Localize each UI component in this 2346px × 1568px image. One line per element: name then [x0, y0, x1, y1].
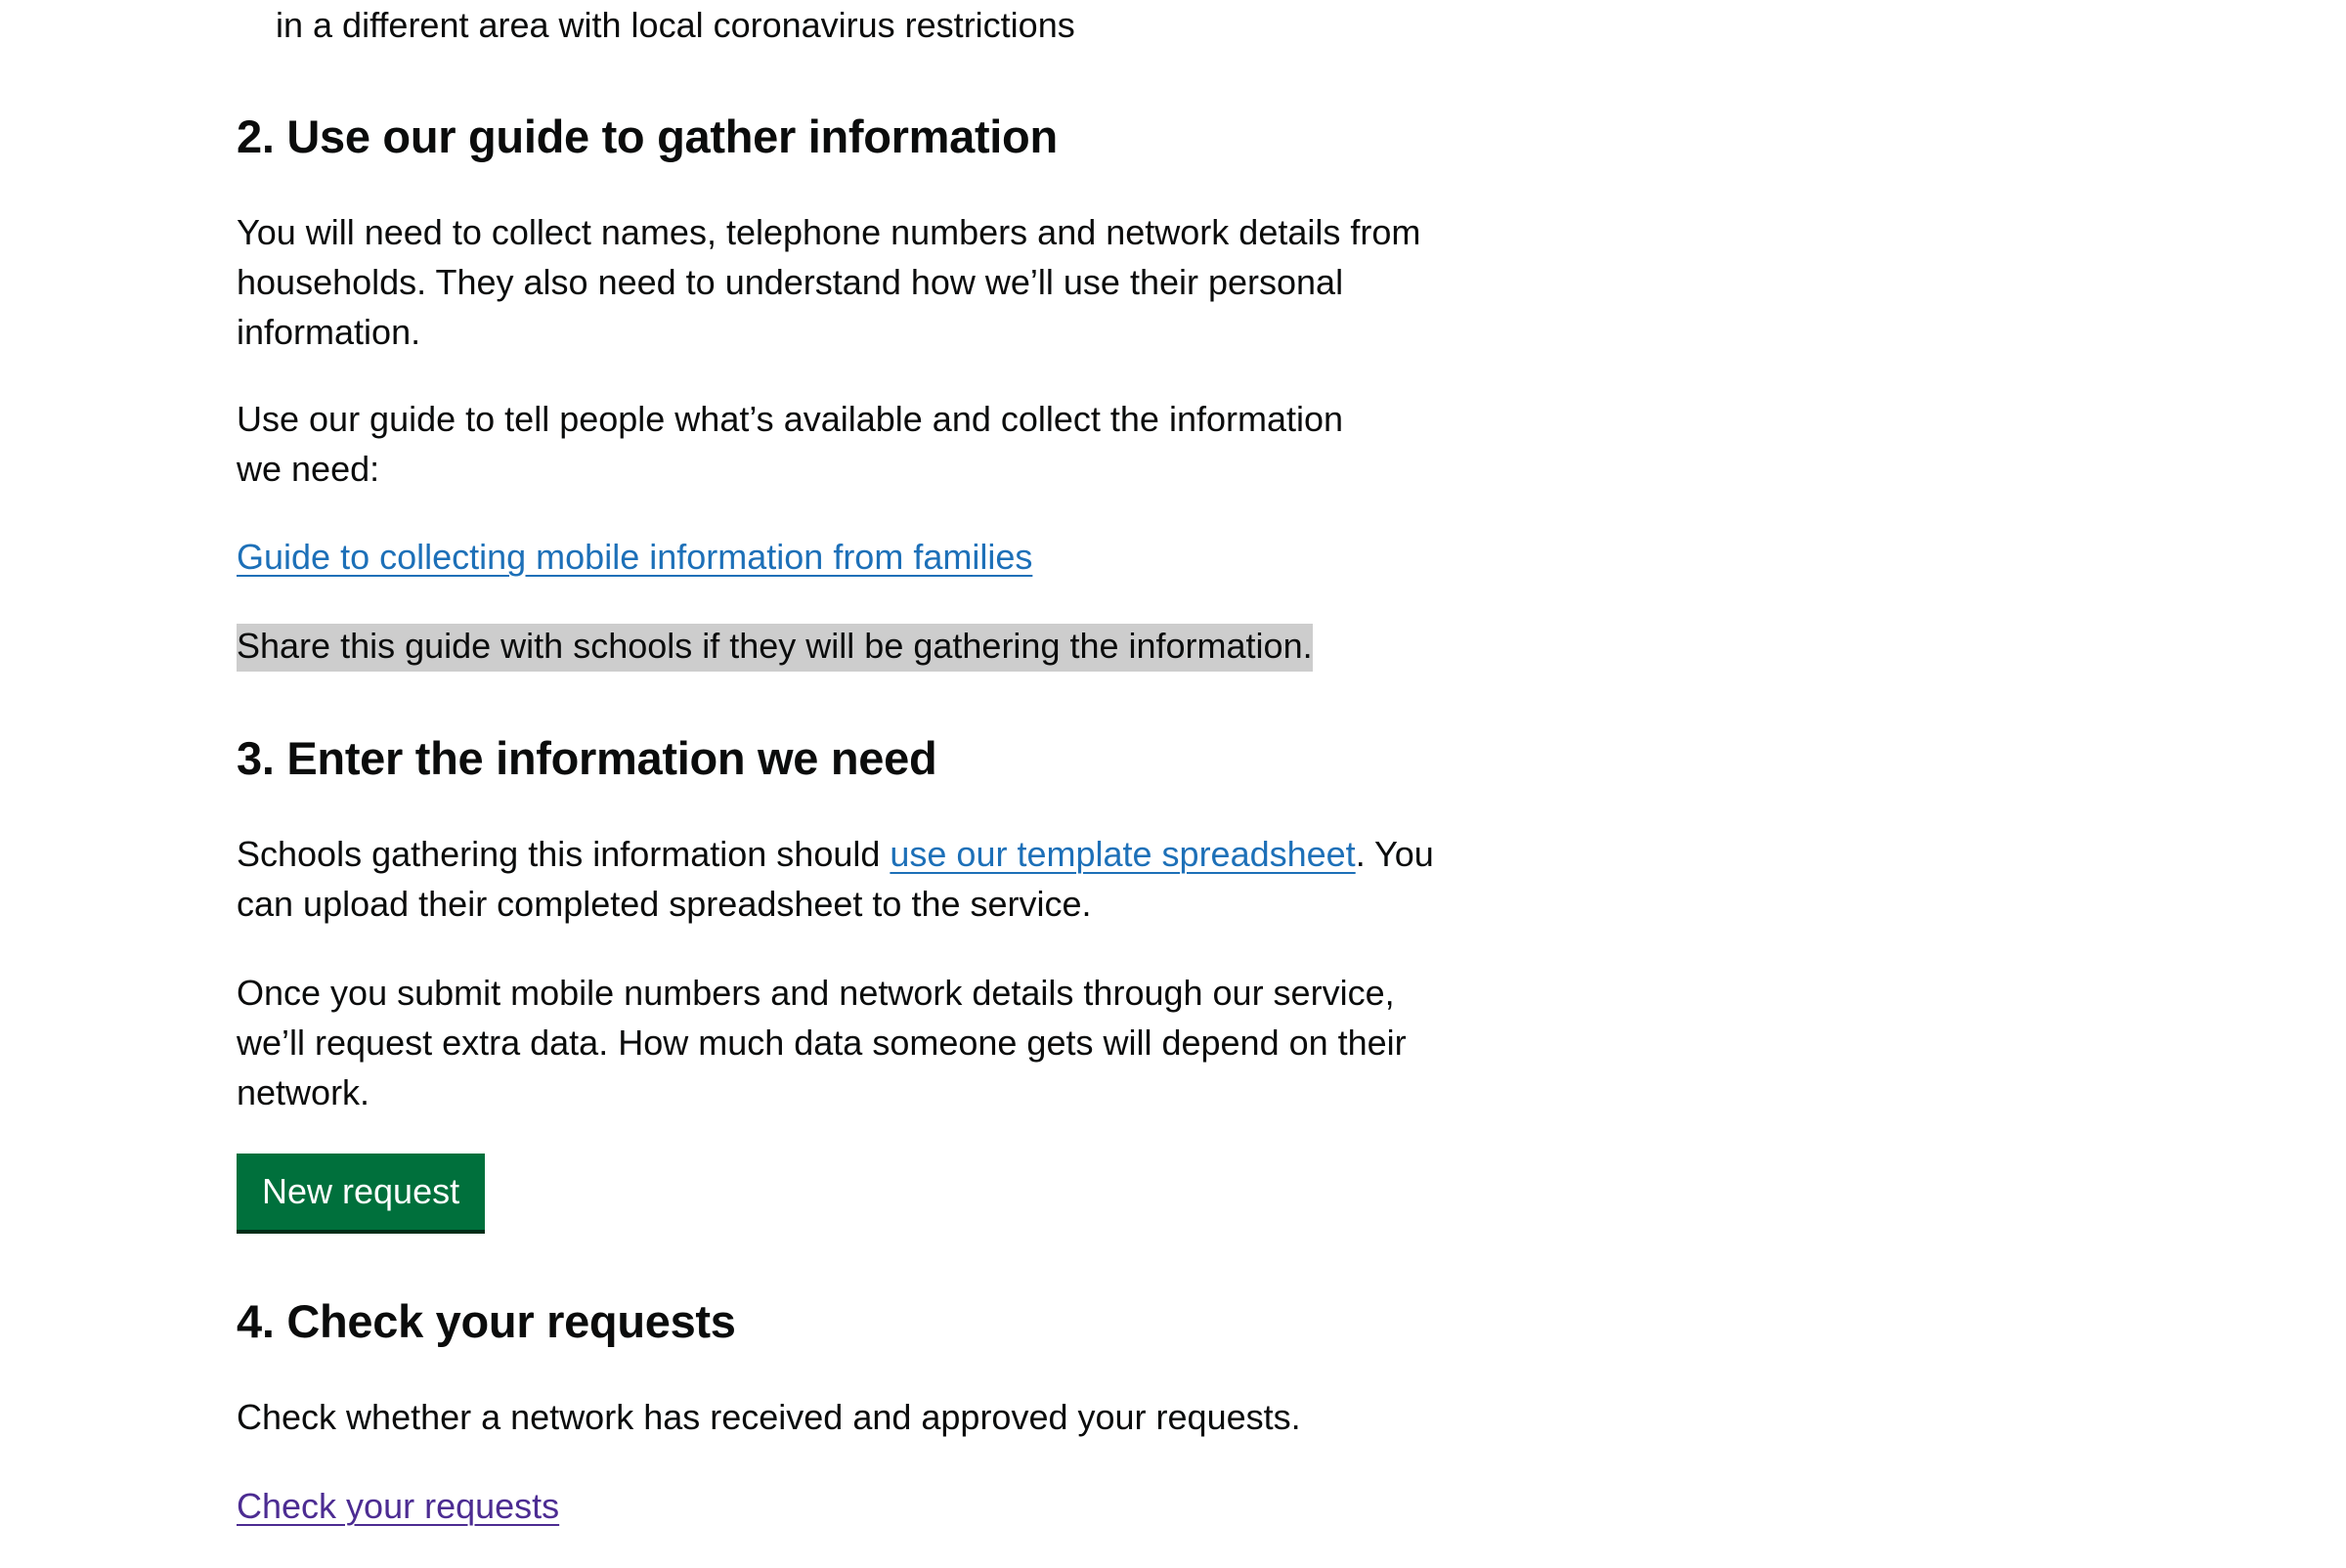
text-line: Once you submit mobile numbers and netwo… [237, 973, 1395, 1013]
step-3-template-paragraph: Schools gathering this information shoul… [237, 829, 1498, 929]
text-line: network. [237, 1072, 370, 1112]
step-2-guide-paragraph: Use our guide to tell people what’s avai… [237, 394, 1498, 494]
step-4-heading: 4. Check your requests [237, 1295, 736, 1347]
text-line: Use our guide to tell people what’s avai… [237, 399, 1344, 439]
text-fragment: Schools gathering this information shoul… [237, 834, 891, 874]
step-4-paragraph: Check whether a network has received and… [237, 1397, 1301, 1437]
text-fragment: . You [1355, 834, 1434, 874]
text-line: can upload their completed spreadsheet t… [237, 884, 1092, 924]
check-requests-link-paragraph: Check your requests [237, 1481, 1498, 1531]
list-item-tail: in a different area with local coronavir… [276, 5, 1075, 45]
guide-link-paragraph: Guide to collecting mobile information f… [237, 532, 1498, 582]
guide-link[interactable]: Guide to collecting mobile information f… [237, 537, 1032, 577]
text-line: You will need to collect names, telephon… [237, 212, 1421, 252]
template-spreadsheet-link[interactable]: use our template spreadsheet [890, 834, 1355, 874]
share-note-paragraph: Share this guide with schools if they wi… [237, 621, 1498, 672]
text-line: households. They also need to understand… [237, 262, 1344, 302]
text-line: Schools gathering this information shoul… [237, 829, 1498, 879]
new-request-button[interactable]: New request [237, 1154, 486, 1230]
text-line: we need: [237, 449, 380, 489]
step-3-heading: 3. Enter the information we need [237, 732, 937, 784]
step-2-heading: 2. Use our guide to gather information [237, 110, 1058, 162]
text-line: we’ll request extra data. How much data … [237, 1023, 1407, 1063]
step-3-submit-paragraph: Once you submit mobile numbers and netwo… [237, 968, 1498, 1117]
step-2-intro-paragraph: You will need to collect names, telephon… [237, 207, 1498, 357]
check-your-requests-link[interactable]: Check your requests [237, 1486, 559, 1526]
text-line: information. [237, 312, 421, 352]
share-note-highlighted: Share this guide with schools if they wi… [237, 624, 1313, 672]
